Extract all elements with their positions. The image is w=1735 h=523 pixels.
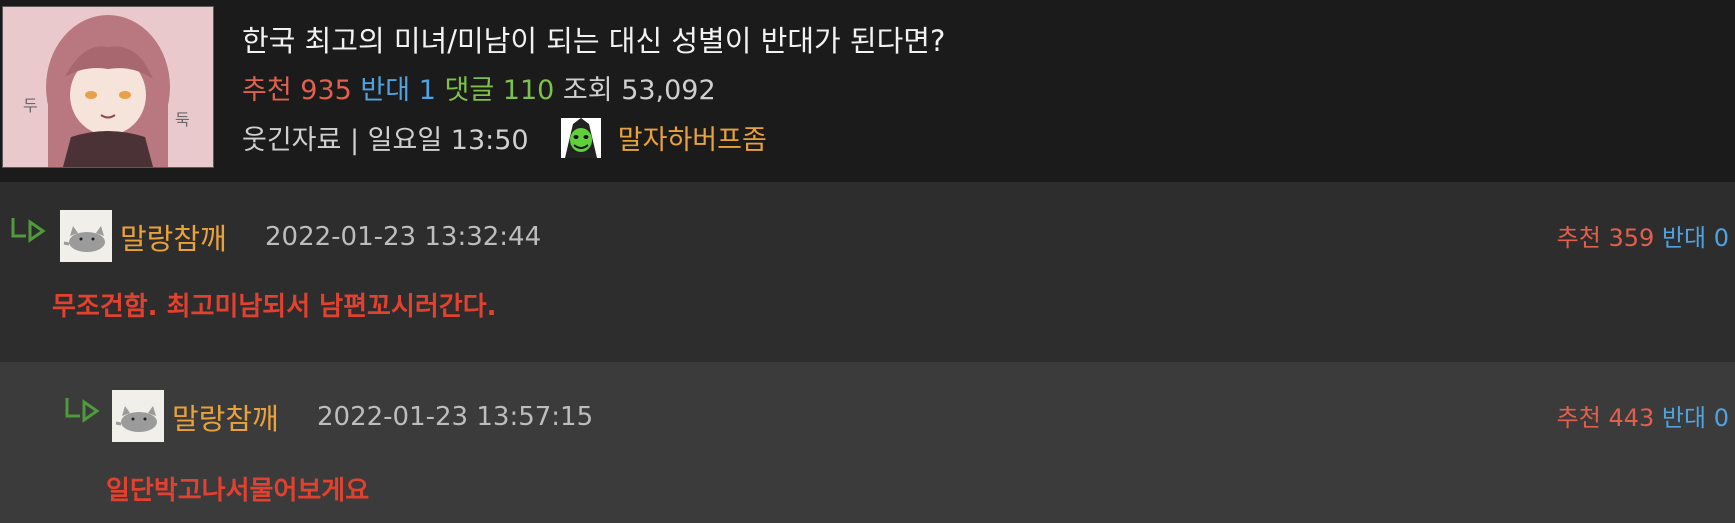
comment-votes: 추천 359 반대 0 xyxy=(1557,218,1729,253)
anime-girl-thumbnail-icon: 두 둑 xyxy=(3,7,213,167)
oppose-count: 1 xyxy=(418,75,436,106)
post-stats: 추천 935 반대 1 댓글 110 조회 53,092 xyxy=(242,68,716,107)
oppose-label: 반대 xyxy=(360,75,411,106)
comment-votes: 추천 443 반대 0 xyxy=(1557,398,1729,433)
post-thumbnail[interactable]: 두 둑 xyxy=(2,6,214,168)
post-category[interactable]: 웃긴자료 xyxy=(242,125,341,156)
comment-label: 댓글 xyxy=(444,75,495,106)
recommend-label: 추천 xyxy=(1556,224,1601,252)
avatar[interactable] xyxy=(60,210,112,262)
comment-count: 110 xyxy=(502,75,555,106)
svg-text:둑: 둑 xyxy=(175,110,190,129)
comment-nickname[interactable]: 말랑참깨 xyxy=(120,216,227,258)
comment-body: 무조건함. 최고미남되서 남편꼬시러간다. xyxy=(52,292,497,322)
post-time: 일요일 13:50 xyxy=(367,125,529,156)
svg-text:두: 두 xyxy=(23,96,38,115)
oppose-label: 반대 xyxy=(1661,404,1707,432)
avatar[interactable] xyxy=(112,390,164,442)
comment-body: 일단박고나서물어보게요 xyxy=(106,476,370,506)
page: 두 둑 한국 최고의 미녀/미남이 되는 대신 성별이 반대가 된다면? 추천 … xyxy=(0,0,1735,523)
comment-nickname[interactable]: 말랑참깨 xyxy=(172,396,279,438)
comment: 말랑참깨 2022-01-23 13:32:44 추천 359 반대 0 무조건… xyxy=(0,182,1735,362)
view-count: 53,092 xyxy=(621,75,716,106)
oppose-count: 0 xyxy=(1713,224,1729,252)
reply-arrow-icon xyxy=(11,218,46,243)
recommend-label: 추천 xyxy=(1556,404,1601,432)
recommend-count: 359 xyxy=(1608,224,1655,252)
oppose-label: 반대 xyxy=(1661,224,1707,252)
post-meta: 웃긴자료 | 일요일 13:50 말자하버프좀 xyxy=(242,118,767,158)
comment-timestamp: 2022-01-23 13:32:44 xyxy=(265,222,542,252)
recommend-count: 443 xyxy=(1608,404,1655,432)
comment-timestamp: 2022-01-23 13:57:15 xyxy=(317,402,594,432)
oppose-count: 0 xyxy=(1713,404,1729,432)
post-header: 두 둑 한국 최고의 미녀/미남이 되는 대신 성별이 반대가 된다면? 추천 … xyxy=(0,0,1735,183)
post-title[interactable]: 한국 최고의 미녀/미남이 되는 대신 성별이 반대가 된다면? xyxy=(242,18,945,60)
cat-avatar-icon xyxy=(112,390,164,442)
green-character-icon xyxy=(561,118,602,158)
comment: 말랑참깨 2022-01-23 13:57:15 추천 443 반대 0 일단박… xyxy=(0,362,1735,523)
post-author[interactable]: 말자하버프좀 xyxy=(618,125,767,156)
cat-avatar-icon xyxy=(60,210,112,262)
reply-arrow-icon xyxy=(65,398,100,423)
recommend-label: 추천 xyxy=(242,75,292,106)
meta-separator: | xyxy=(349,125,360,156)
view-label: 조회 xyxy=(562,75,613,106)
recommend-count: 935 xyxy=(300,75,352,106)
